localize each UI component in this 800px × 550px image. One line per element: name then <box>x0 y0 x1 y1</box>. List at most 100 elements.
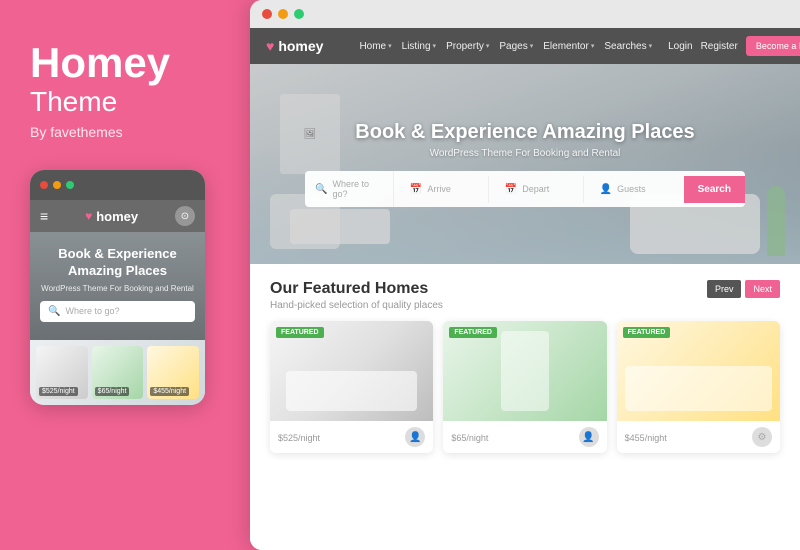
calendar-depart-icon: 📅 <box>505 184 517 195</box>
mobile-search-bar[interactable]: 🔍 Where to go? <box>40 301 195 322</box>
featured-header: Our Featured Homes Hand-picked selection… <box>270 280 780 311</box>
room-illustration-1 <box>270 321 433 421</box>
theme-title-block: Homey Theme By favethemes <box>30 40 170 170</box>
nav-elementor[interactable]: Elementor ▾ <box>543 41 594 52</box>
nav-listing[interactable]: Listing ▾ <box>402 41 436 52</box>
property-image-3: FEATURED <box>617 321 780 421</box>
desktop-hero: 🖼 Book & Experience Amazing Places WordP… <box>250 64 800 264</box>
room-illustration-2 <box>443 321 606 421</box>
nav-listing-chevron: ▾ <box>433 42 437 50</box>
mobile-hero-title: Book & Experience Amazing Places <box>40 246 195 280</box>
search-icon: 🔍 <box>315 184 327 195</box>
nav-property[interactable]: Property ▾ <box>446 41 489 52</box>
card2-furniture <box>501 331 550 411</box>
property-footer-3: $455/night ⚙ <box>617 421 780 453</box>
nav-elementor-label: Elementor <box>543 41 589 52</box>
mobile-cards-row: $525/night $65/night $455/night <box>30 340 205 405</box>
property-footer-2: $65/night 👤 <box>443 421 606 453</box>
search-arrive-label: Arrive <box>427 184 451 194</box>
mobile-hero: Book & Experience Amazing Places WordPre… <box>30 232 205 340</box>
mobile-logo-text: homey <box>96 209 138 224</box>
desktop-dot-red <box>262 9 272 19</box>
mobile-card-1: $525/night <box>36 346 88 399</box>
mobile-dot-red <box>40 181 48 189</box>
mobile-dot-yellow <box>53 181 61 189</box>
mobile-card-2: $65/night <box>92 346 144 399</box>
calendar-icon: 📅 <box>410 184 422 195</box>
hero-search-bar[interactable]: 🔍 Where to go? 📅 Arrive 📅 Depart 👤 Guest… <box>305 171 745 207</box>
property-avatar-3: ⚙ <box>752 427 772 447</box>
user-icon: ⊙ <box>181 211 189 222</box>
nav-pages[interactable]: Pages ▾ <box>499 41 533 52</box>
property-image-1: FEATURED <box>270 321 433 421</box>
hero-search-guests[interactable]: 👤 Guests <box>590 176 678 203</box>
search-button[interactable]: Search <box>684 176 745 203</box>
next-button[interactable]: Next <box>745 280 780 298</box>
search-guests-label: Guests <box>617 184 646 194</box>
price-value-3: $455 <box>625 433 645 443</box>
nav-property-label: Property <box>446 41 484 52</box>
prev-button[interactable]: Prev <box>707 280 742 298</box>
nav-pages-chevron: ▾ <box>530 42 534 50</box>
desktop-heart-icon: ♥ <box>266 38 274 54</box>
mobile-navbar: ≡ ♥ homey ⊙ <box>30 200 205 232</box>
property-cards-row: FEATURED $525/night 👤 <box>270 321 780 453</box>
featured-description: Hand-picked selection of quality places <box>270 300 443 311</box>
mobile-price-3: $455/night <box>150 387 189 396</box>
room-illustration-3 <box>617 321 780 421</box>
card3-furniture <box>625 366 772 411</box>
property-card-3[interactable]: FEATURED $455/night ⚙ <box>617 321 780 453</box>
hamburger-icon[interactable]: ≡ <box>40 208 48 224</box>
nav-home[interactable]: Home ▾ <box>359 41 391 52</box>
nav-searches-chevron: ▾ <box>649 42 653 50</box>
property-card-2[interactable]: FEATURED $65/night 👤 <box>443 321 606 453</box>
mobile-top-bar <box>30 170 205 200</box>
mobile-user-icon[interactable]: ⊙ <box>175 206 195 226</box>
hero-search-depart[interactable]: 📅 Depart <box>495 176 584 203</box>
property-price-2: $65/night <box>451 430 488 444</box>
hero-overlay <box>250 64 800 264</box>
mobile-price-1: $525/night <box>39 387 78 396</box>
property-avatar-1: 👤 <box>405 427 425 447</box>
hero-search-destination[interactable]: 🔍 Where to go? <box>305 171 394 207</box>
featured-title-block: Our Featured Homes Hand-picked selection… <box>270 280 443 311</box>
property-avatar-2: 👤 <box>579 427 599 447</box>
mobile-search-placeholder: Where to go? <box>65 306 119 316</box>
featured-title: Our Featured Homes <box>270 280 443 298</box>
featured-section: Our Featured Homes Hand-picked selection… <box>250 264 800 550</box>
desktop-logo-text: homey <box>278 38 323 54</box>
nav-home-chevron: ▾ <box>388 42 392 50</box>
nav-login[interactable]: Login <box>668 41 692 52</box>
nav-searches[interactable]: Searches ▾ <box>604 41 652 52</box>
property-footer-1: $525/night 👤 <box>270 421 433 453</box>
become-host-button[interactable]: Become a Host <box>746 36 800 56</box>
featured-navigation: Prev Next <box>707 280 780 298</box>
property-price-1: $525/night <box>278 430 320 444</box>
price-unit-3: /night <box>645 433 667 443</box>
mobile-hero-subtitle: WordPress Theme For Booking and Rental <box>40 284 195 293</box>
theme-name: Homey <box>30 40 170 86</box>
nav-listing-label: Listing <box>402 41 431 52</box>
nav-register[interactable]: Register <box>701 41 738 52</box>
property-price-3: $455/night <box>625 430 667 444</box>
search-depart-label: Depart <box>522 184 549 194</box>
desktop-nav-links: Home ▾ Listing ▾ Property ▾ Pages ▾ Elem… <box>359 41 652 52</box>
hero-title: Book & Experience Amazing Places <box>355 121 694 144</box>
nav-pages-label: Pages <box>499 41 527 52</box>
price-unit-1: /night <box>298 433 320 443</box>
card1-furniture <box>286 371 417 411</box>
price-unit-2: /night <box>466 433 488 443</box>
hero-search-arrive[interactable]: 📅 Arrive <box>400 176 489 203</box>
hero-content: Book & Experience Amazing Places WordPre… <box>355 121 694 159</box>
desktop-nav-actions: Login Register Become a Host <box>668 36 800 56</box>
property-card-1[interactable]: FEATURED $525/night 👤 <box>270 321 433 453</box>
desktop-logo: ♥ homey <box>266 38 323 54</box>
desktop-dot-yellow <box>278 9 288 19</box>
mobile-price-2: $65/night <box>95 387 130 396</box>
mobile-logo: ♥ homey <box>85 209 138 224</box>
desktop-dot-green <box>294 9 304 19</box>
nav-elementor-chevron: ▾ <box>591 42 595 50</box>
price-value-2: $65 <box>451 433 466 443</box>
nav-home-label: Home <box>359 41 386 52</box>
mobile-mockup: ≡ ♥ homey ⊙ Book & Experience Amazing Pl… <box>30 170 205 405</box>
